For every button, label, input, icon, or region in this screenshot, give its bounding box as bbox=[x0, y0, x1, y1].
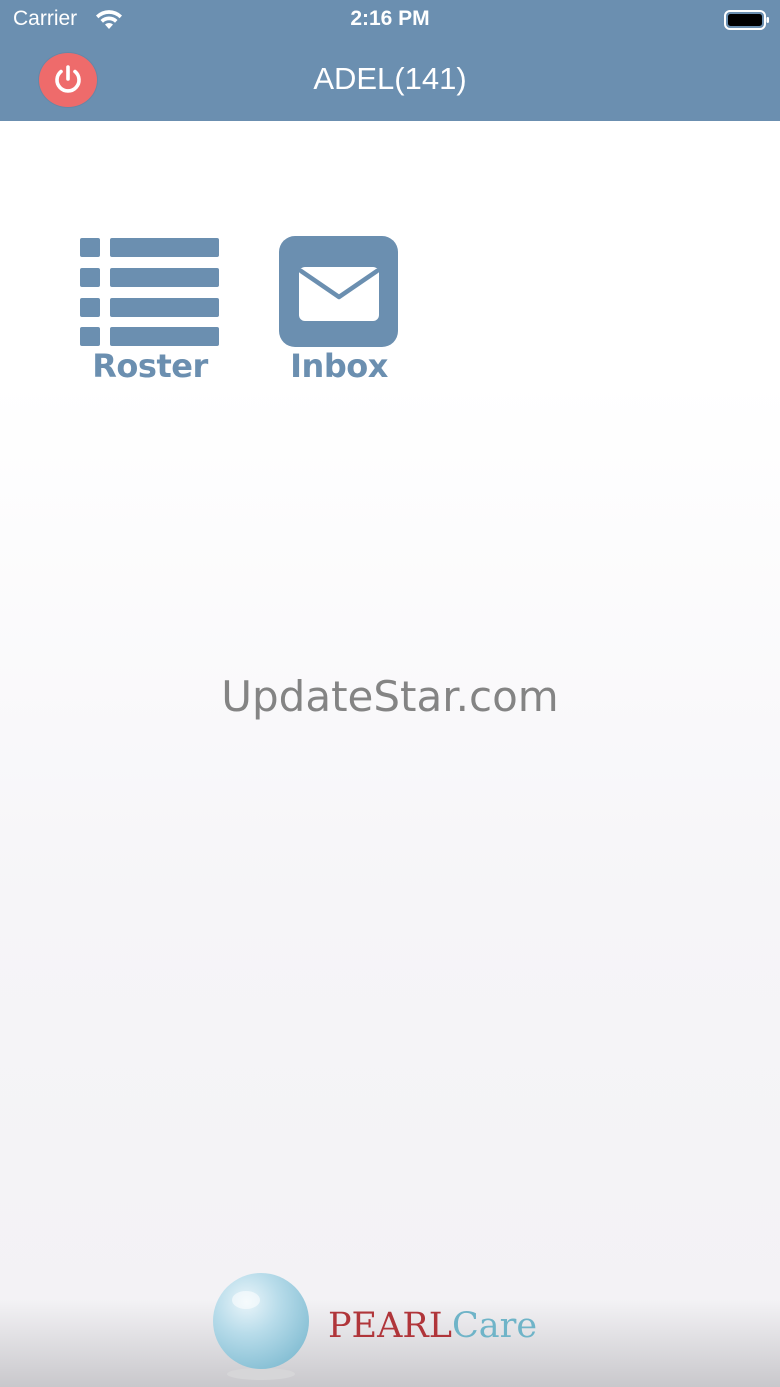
battery-icon bbox=[724, 10, 769, 30]
app-header: Carrier 2:16 PM ADEL(141) bbox=[0, 0, 780, 121]
roster-label: Roster bbox=[92, 347, 208, 385]
envelope-icon bbox=[279, 236, 398, 347]
pearl-sphere-icon bbox=[213, 1273, 309, 1380]
brand-name: PEARLCare bbox=[328, 1306, 537, 1346]
inbox-label: Inbox bbox=[290, 347, 388, 385]
inbox-tile[interactable]: Inbox bbox=[259, 235, 419, 390]
roster-tile[interactable]: Roster bbox=[70, 235, 230, 390]
status-bar: Carrier 2:16 PM bbox=[0, 0, 780, 40]
pearlcare-logo: PEARLCare bbox=[210, 1270, 570, 1387]
brand-name-light: Care bbox=[451, 1306, 538, 1346]
app-screen: Carrier 2:16 PM ADEL(141) Roster Inbox U… bbox=[0, 0, 780, 1387]
list-icon bbox=[80, 238, 219, 346]
page-title: ADEL(141) bbox=[313, 61, 467, 96]
nav-bar: ADEL(141) bbox=[0, 40, 780, 121]
clock: 2:16 PM bbox=[350, 7, 430, 30]
watermark-text: UpdateStar.com bbox=[221, 672, 559, 721]
brand-name-strong: PEARL bbox=[328, 1306, 452, 1346]
